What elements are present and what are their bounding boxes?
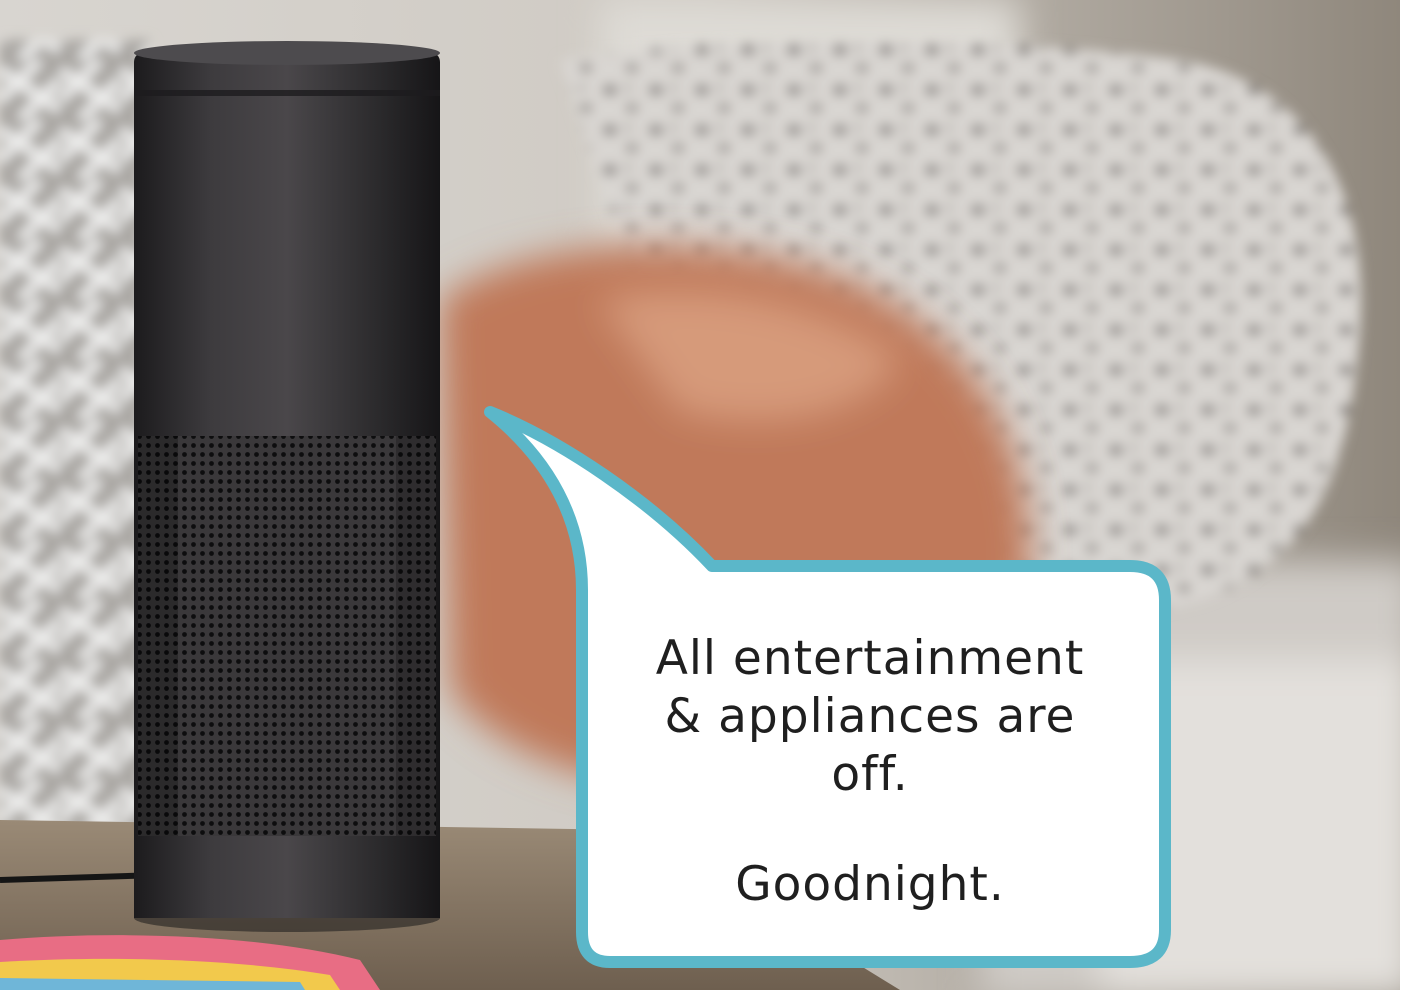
image-frame: All entertainment & appliances are off. … <box>0 0 1406 995</box>
bubble-line-1: All entertainment <box>655 631 1085 686</box>
speaker-shape <box>134 41 440 932</box>
bubble-line-2: & appliances are <box>664 689 1076 744</box>
bubble-line-3: off. <box>831 747 909 802</box>
bubble-spacer <box>600 804 1140 856</box>
photo-scene: All entertainment & appliances are off. … <box>0 0 1400 990</box>
speech-bubble-text: All entertainment & appliances are off. … <box>600 630 1140 914</box>
bubble-line-4: Goodnight. <box>735 857 1005 912</box>
